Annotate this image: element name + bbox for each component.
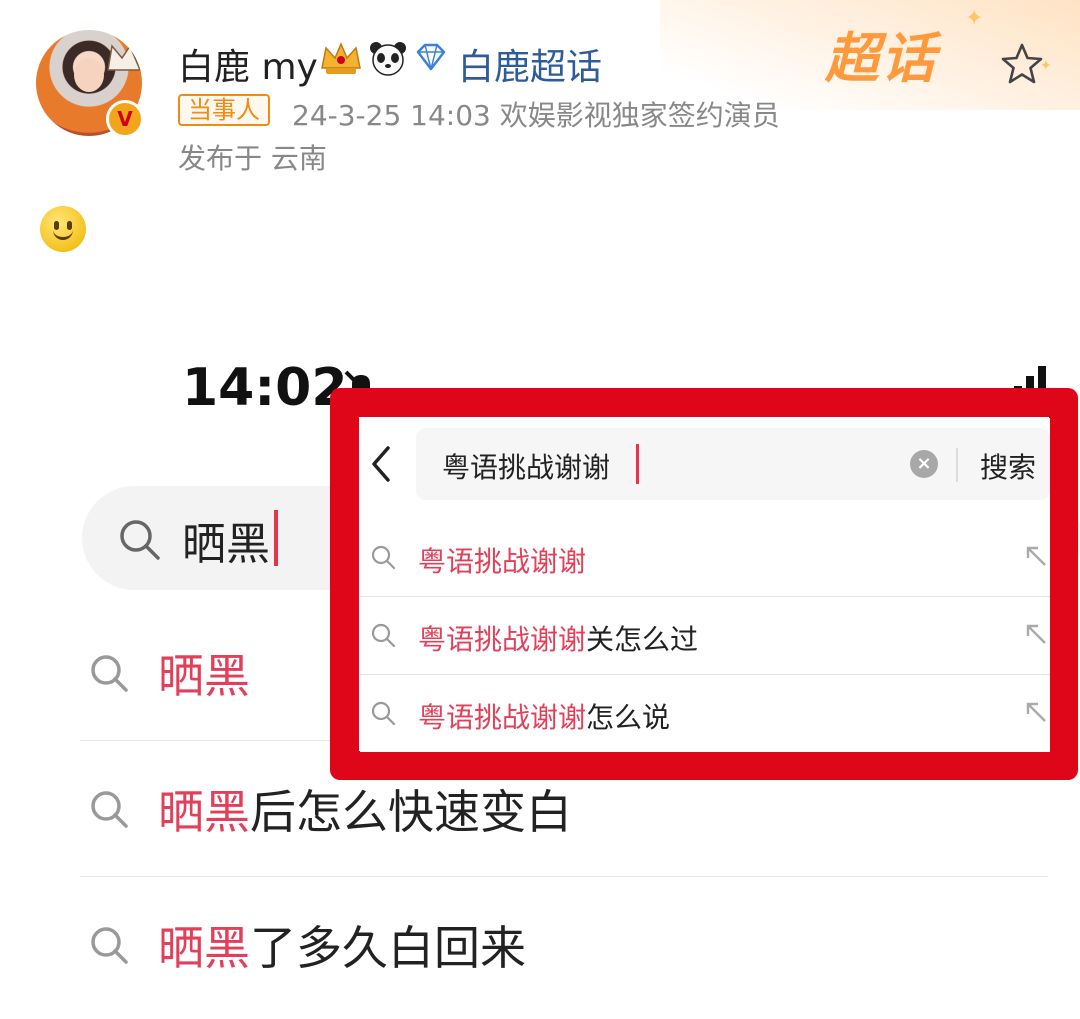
star-icon[interactable] xyxy=(998,40,1046,88)
suggestion-highlight: 粤语挑战谢谢 xyxy=(418,701,587,734)
search-button[interactable]: 搜索 xyxy=(980,446,1036,486)
suggestion-rest: 关怎么过 xyxy=(586,623,699,656)
suggestion-rest: 怎么说 xyxy=(586,701,671,734)
suggestion-item[interactable]: 晒黑了多久白回来 xyxy=(80,878,1048,1014)
search-icon xyxy=(371,545,396,570)
suggestion-highlight: 晒黑 xyxy=(158,649,250,703)
search-icon xyxy=(91,655,128,692)
suggestion-text: 粤语挑战谢谢关怎么过 xyxy=(418,618,698,658)
fill-arrow-icon[interactable] xyxy=(1024,622,1048,646)
fill-arrow-icon[interactable] xyxy=(1024,700,1048,724)
supertopic-decoration: 超话 xyxy=(825,27,937,90)
emoji-eye xyxy=(54,221,59,230)
search-icon xyxy=(371,701,396,726)
search-icon xyxy=(91,791,128,828)
suggestion-text: 晒黑了多久白回来 xyxy=(158,912,526,978)
suggestion-text: 晒黑后怎么快速变白 xyxy=(158,776,572,842)
overlay-suggestion-item[interactable]: 粤语挑战谢谢关怎么过 xyxy=(360,596,1050,674)
suggestion-text: 粤语挑战谢谢怎么说 xyxy=(418,696,670,736)
suggestion-highlight: 晒黑 xyxy=(158,921,250,975)
fill-arrow-icon[interactable] xyxy=(1024,544,1048,568)
panda-icon xyxy=(370,42,406,76)
emoji-mouth xyxy=(53,230,73,240)
suggestion-highlight: 晒黑 xyxy=(158,785,250,839)
divider xyxy=(956,448,958,482)
text-cursor xyxy=(636,444,639,484)
cat-ears-icon xyxy=(107,44,142,71)
emoji-eye xyxy=(67,221,72,230)
overlay-search-panel: 粤语挑战谢谢 × 搜索 粤语挑战谢谢 粤语挑战谢谢关怎么过 粤语挑战谢谢怎么说 xyxy=(360,418,1050,752)
back-icon[interactable] xyxy=(366,442,396,486)
role-tag: 当事人 xyxy=(178,94,270,126)
overlay-suggestion-item[interactable]: 粤语挑战谢谢怎么说 xyxy=(360,674,1050,752)
suggestion-text: 粤语挑战谢谢 xyxy=(418,540,586,580)
verified-badge: V xyxy=(106,100,144,138)
suggestion-highlight: 粤语挑战谢谢 xyxy=(418,623,587,656)
diamond-icon xyxy=(416,43,446,71)
status-time: 14:02 xyxy=(182,358,348,418)
avatar-face xyxy=(74,58,104,92)
search-input[interactable]: 晒黑 xyxy=(182,508,270,572)
clear-icon[interactable]: × xyxy=(910,450,938,478)
text-cursor xyxy=(274,510,278,566)
smile-emoji-icon xyxy=(40,206,86,252)
username[interactable]: 白鹿 my xyxy=(178,38,318,90)
search-icon xyxy=(120,520,160,560)
sparkle-icon: ✦ xyxy=(965,6,984,31)
overlay-suggestion-item[interactable]: 粤语挑战谢谢 xyxy=(360,518,1050,596)
divider xyxy=(80,876,1048,877)
suggestion-rest: 了多久白回来 xyxy=(250,921,526,975)
overlay-search-input[interactable]: 粤语挑战谢谢 xyxy=(442,446,610,486)
highlighted-overlay: 粤语挑战谢谢 × 搜索 粤语挑战谢谢 粤语挑战谢谢关怎么过 粤语挑战谢谢怎么说 xyxy=(330,388,1078,780)
suggestion-rest: 后怎么快速变白 xyxy=(250,785,572,839)
post-location: 发布于 云南 xyxy=(178,142,327,175)
suggestion-highlight: 粤语挑战谢谢 xyxy=(418,545,587,578)
search-icon xyxy=(371,623,396,648)
crown-icon xyxy=(321,42,361,74)
search-icon xyxy=(91,927,128,964)
suggestion-text: 晒黑 xyxy=(158,640,250,706)
supertopic-link[interactable]: 白鹿超话 xyxy=(458,38,602,90)
post-meta: 24-3-25 14:03 欢娱影视独家签约演员 xyxy=(292,99,780,132)
